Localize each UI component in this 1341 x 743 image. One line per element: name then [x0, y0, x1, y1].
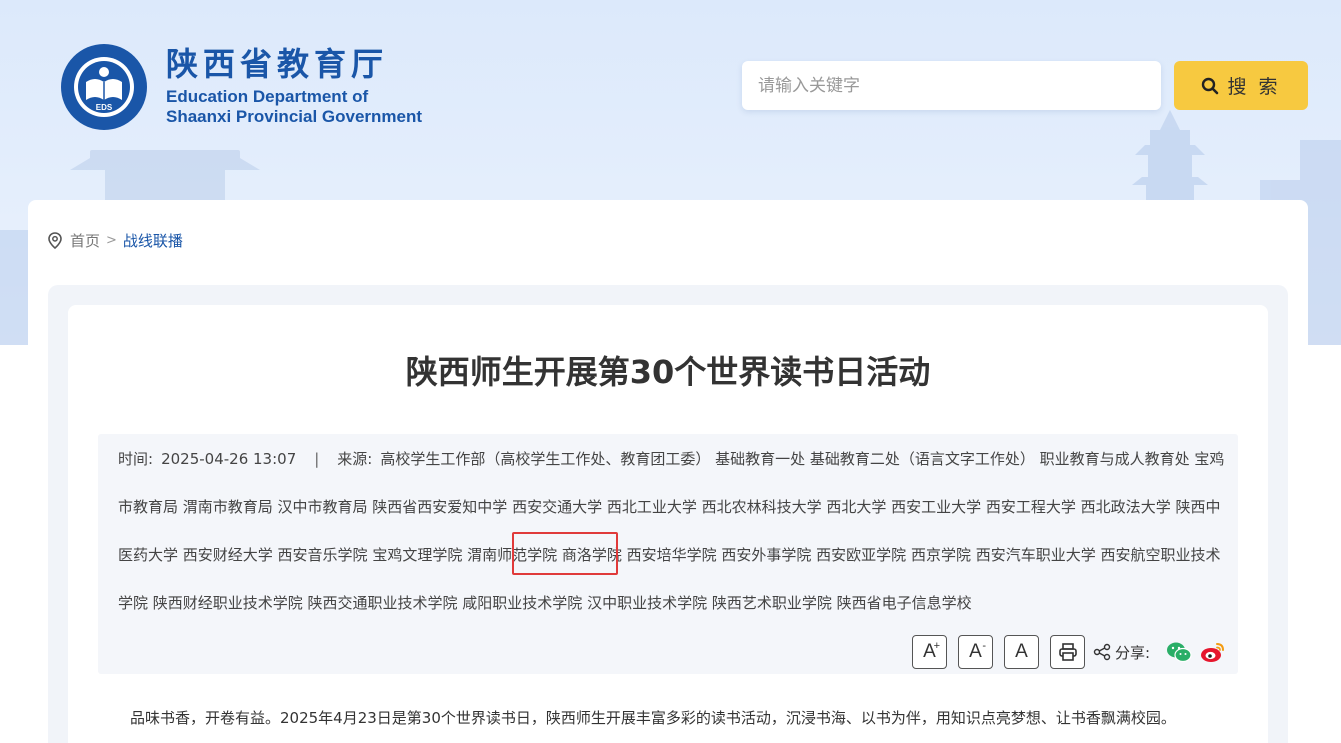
- source-label: 来源:: [337, 450, 373, 468]
- emblem-abbrev: EDS: [96, 103, 113, 112]
- location-pin-icon: [48, 231, 62, 249]
- breadcrumb: 首页 > 战线联播: [48, 228, 183, 252]
- print-button[interactable]: [1050, 635, 1085, 669]
- font-smaller-label: A: [969, 641, 982, 662]
- search-button-label: 搜 索: [1227, 76, 1281, 98]
- font-larger-mark: +: [933, 640, 940, 652]
- breadcrumb-home-link[interactable]: 首页: [70, 230, 100, 251]
- highlighted-source: 宝鸡文理学院: [372, 546, 463, 564]
- org-name-cn[interactable]: 陕西省教育厅: [166, 44, 388, 84]
- font-reset-button[interactable]: A: [1004, 635, 1039, 669]
- meta-divider: |: [314, 450, 320, 468]
- publish-time: 2025-04-26 13:07: [161, 450, 297, 468]
- share-icon: [1093, 643, 1111, 661]
- font-smaller-button[interactable]: A-: [958, 635, 993, 669]
- article-toolbar: A + A- A 分享:: [912, 635, 1234, 669]
- org-name-en-line2: Shaanxi Provincial Government: [166, 107, 423, 126]
- print-icon: [1058, 643, 1077, 661]
- time-label: 时间:: [118, 450, 154, 468]
- share-label: 分享:: [1115, 643, 1151, 662]
- share-wechat-button[interactable]: [1166, 641, 1192, 663]
- source-highlight-box: [512, 532, 618, 575]
- font-larger-button[interactable]: A +: [912, 635, 947, 669]
- department-emblem-logo[interactable]: EDS: [56, 42, 152, 132]
- org-name-en[interactable]: Education Department of Shaanxi Provinci…: [166, 87, 422, 127]
- font-smaller-mark: -: [982, 640, 986, 652]
- search-input[interactable]: [742, 61, 1161, 110]
- font-reset-label: A: [1015, 641, 1028, 662]
- share-weibo-button[interactable]: [1200, 641, 1226, 663]
- breadcrumb-current-link[interactable]: 战线联播: [123, 230, 183, 251]
- search-icon: [1202, 77, 1219, 94]
- weibo-icon: [1201, 643, 1225, 662]
- article-first-paragraph: 品味书香，开卷有益。2025年4月23日是第30个世界读书日，陕西师生开展丰富多…: [130, 709, 1176, 727]
- search-button[interactable]: 搜 索: [1174, 61, 1308, 110]
- article-title: 陕西师生开展第30个世界读书日活动: [405, 353, 931, 391]
- article-meta: 时间: 2025-04-26 13:07 | 来源: 高校学生工作部（高校学生工作处、教…: [118, 434, 1226, 627]
- wechat-icon: [1167, 642, 1192, 663]
- breadcrumb-separator: >: [106, 232, 117, 248]
- org-name-en-line1: Education Department of: [166, 87, 369, 106]
